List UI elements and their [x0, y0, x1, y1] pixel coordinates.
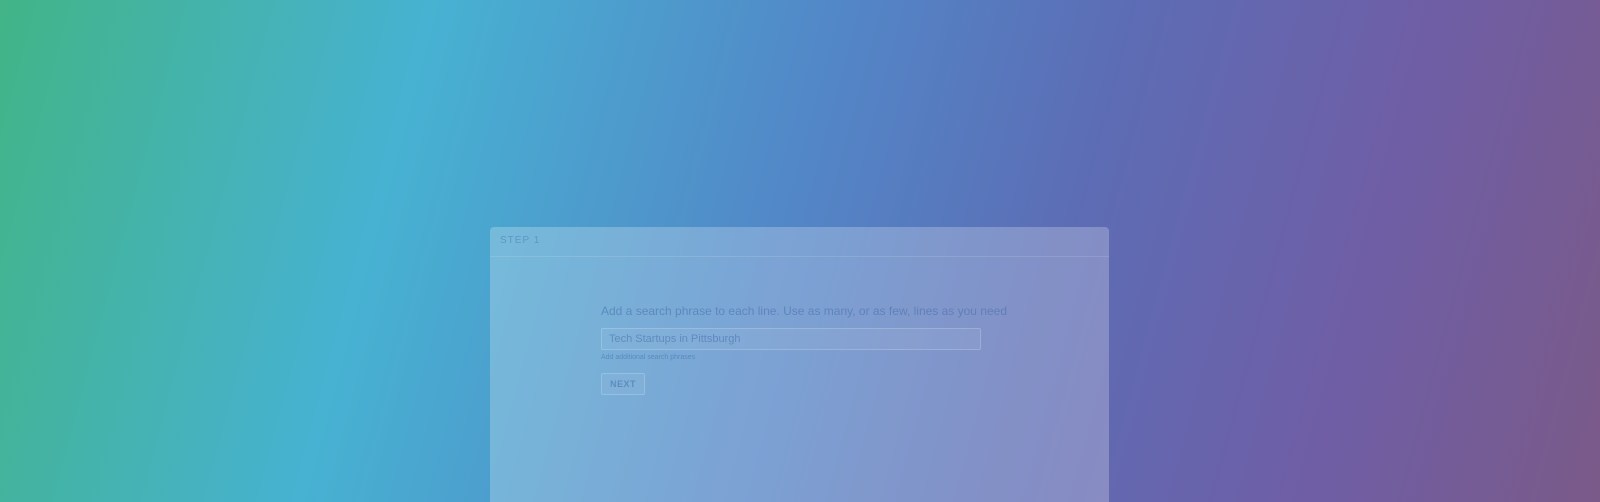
search-phrases-card: STEP 1 Add a search phrase to each line.…	[490, 227, 1109, 502]
next-button[interactable]: NEXT	[601, 373, 646, 395]
step-label: STEP 1	[500, 235, 541, 246]
card-header: STEP 1	[490, 227, 1109, 257]
card-body: Add a search phrase to each line. Use as…	[601, 304, 1021, 395]
instructions-text: Add a search phrase to each line. Use as…	[601, 304, 1008, 318]
search-phrase-input[interactable]	[601, 328, 981, 350]
add-search-phrase-link[interactable]: Add additional search phrases	[601, 354, 1021, 361]
